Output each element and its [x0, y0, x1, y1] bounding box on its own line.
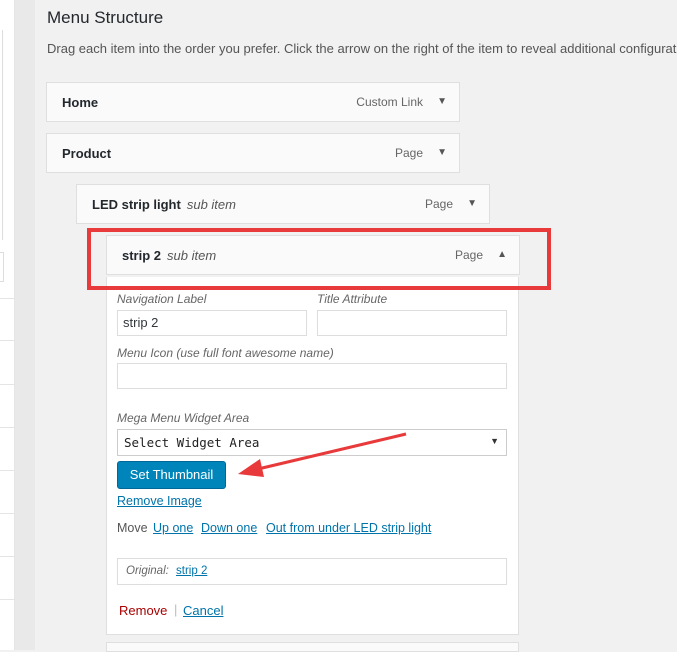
sidebar-rule [0, 427, 14, 428]
menu-item-type: Custom Link [356, 95, 423, 109]
sidebar-rule [0, 384, 14, 385]
sidebar-rule [0, 599, 14, 600]
sidebar-rule [0, 470, 14, 471]
original-label: Original: [126, 565, 169, 577]
sidebar-divider [2, 30, 3, 240]
red-arrow-icon [238, 432, 407, 477]
menu-item-led-strip-light[interactable]: LED strip light sub item Page ▼ [76, 184, 490, 224]
arrow-down-icon[interactable]: ▼ [467, 198, 477, 209]
move-out-link[interactable]: Out from under LED strip light [266, 521, 431, 535]
set-thumbnail-button[interactable]: Set Thumbnail [117, 461, 226, 489]
left-sidebar [0, 0, 15, 650]
page-title: Menu Structure [47, 8, 164, 27]
original-link[interactable]: strip 2 [176, 565, 207, 577]
menu-item-type: Page [424, 197, 453, 211]
sidebar-rule [0, 513, 14, 514]
remove-image-link[interactable]: Remove Image [117, 494, 202, 508]
navigation-label-input[interactable]: strip 2 [117, 310, 307, 336]
title-attribute-input[interactable] [317, 310, 507, 336]
menu-item-type: Page [394, 146, 423, 160]
remove-link[interactable]: Remove [119, 603, 167, 618]
cancel-link[interactable]: Cancel [183, 603, 223, 618]
sidebar-rule [0, 556, 14, 557]
arrow-shaft [257, 432, 407, 471]
menu-icon-input[interactable] [117, 363, 507, 389]
gutter [15, 0, 35, 650]
move-label: Move [117, 521, 148, 535]
move-down-link[interactable]: Down one [201, 521, 257, 535]
sidebar-rule [0, 298, 14, 299]
arrow-down-icon[interactable]: ▼ [437, 96, 447, 107]
arrow-head [238, 459, 264, 477]
sidebar-rule [0, 340, 14, 341]
mega-menu-label: Mega Menu Widget Area [117, 411, 250, 425]
menu-description: Drag each item into the order you prefer… [47, 41, 677, 56]
menu-item-product[interactable]: Product Page ▼ [46, 133, 460, 173]
sub-item-tag: sub item [186, 197, 236, 212]
next-menu-item [106, 642, 519, 652]
menu-icon-label: Menu Icon (use full font awesome name) [117, 346, 334, 360]
arrow-down-icon[interactable]: ▼ [437, 147, 447, 158]
menu-item-title: Product [62, 146, 112, 161]
navigation-label-label: Navigation Label [117, 292, 207, 306]
title-attribute-label: Title Attribute [317, 292, 388, 306]
sidebar-box [0, 252, 4, 282]
red-highlight-box [87, 228, 551, 290]
menu-item-title: LED strip light sub item [92, 197, 236, 212]
menu-item-title: Home [62, 95, 99, 110]
dropdown-arrow-icon: ▼ [490, 436, 499, 446]
menu-item-home[interactable]: Home Custom Link ▼ [46, 82, 460, 122]
original-box: Original: strip 2 [117, 558, 507, 585]
separator: | [174, 602, 178, 617]
move-up-link[interactable]: Up one [153, 521, 193, 535]
